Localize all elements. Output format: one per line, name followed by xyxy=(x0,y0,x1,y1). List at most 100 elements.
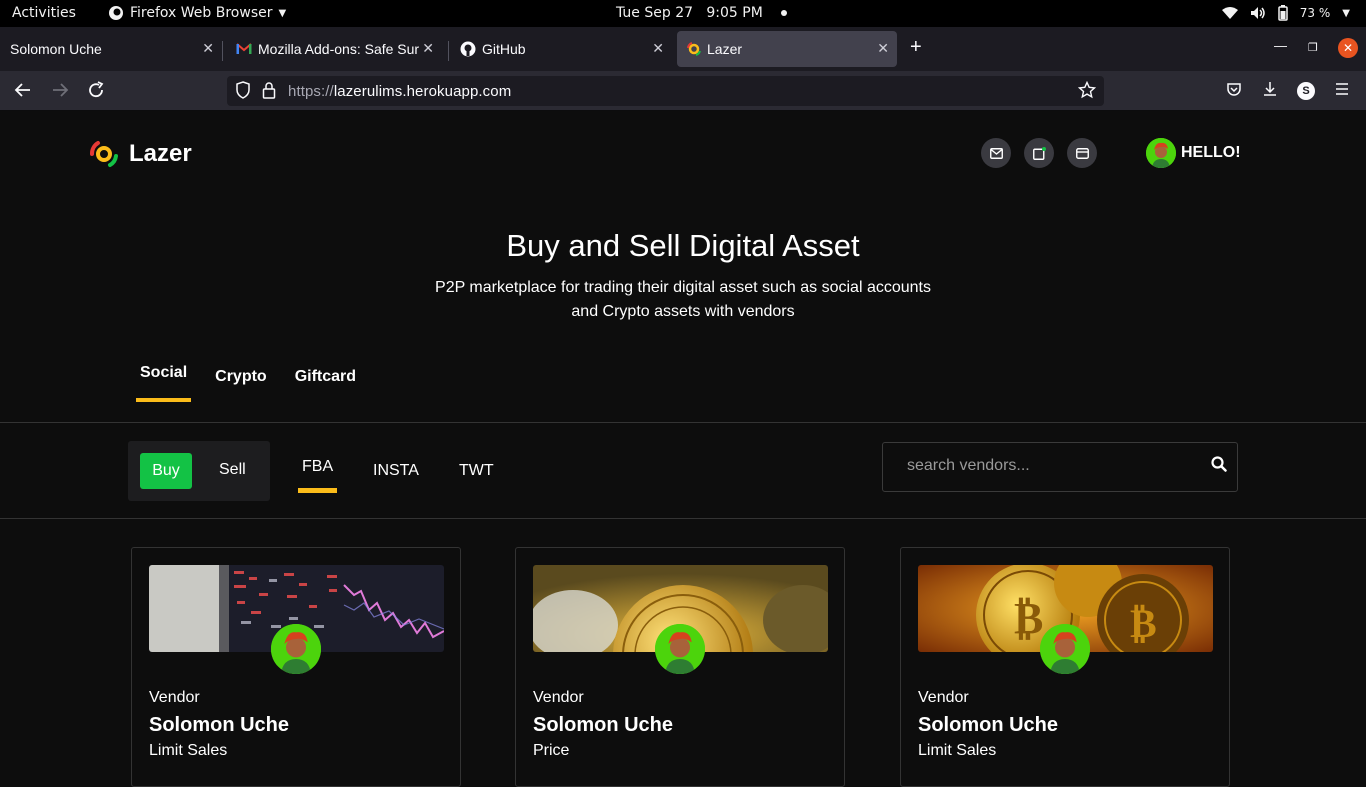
vendor-avatar xyxy=(655,624,705,674)
greeting: HELLO! xyxy=(1181,144,1241,161)
avatar xyxy=(1146,138,1176,168)
app-name: Firefox Web Browser xyxy=(130,5,273,21)
add-post-icon xyxy=(1032,146,1046,160)
user-menu[interactable]: HELLO! xyxy=(1146,138,1241,168)
vendor-name: Solomon Uche xyxy=(918,714,1059,736)
restore-icon[interactable]: ❐ xyxy=(1308,41,1318,54)
page-content: Lazer HELLO! Buy and Sell Digital Asset … xyxy=(0,112,1366,787)
vendor-avatar xyxy=(271,624,321,674)
new-tab-icon[interactable]: + xyxy=(910,36,922,59)
category-tabs: Social Crypto Giftcard xyxy=(135,364,356,402)
buy-sell-toggle: Buy Sell xyxy=(128,441,270,501)
tab-insta[interactable]: INSTA xyxy=(373,462,419,480)
hero-subtitle: P2P marketplace for trading their digita… xyxy=(0,276,1366,324)
vendor-name: Solomon Uche xyxy=(533,714,674,736)
shield-icon[interactable] xyxy=(235,81,251,103)
tab-separator xyxy=(222,41,223,61)
tab-title: Lazer xyxy=(707,41,743,57)
navigation-toolbar: https://lazerulims.herokuapp.com S xyxy=(0,71,1366,111)
vendor-avatar xyxy=(1040,624,1090,674)
lazer-logo-icon xyxy=(90,141,118,167)
vendor-name: Solomon Uche xyxy=(149,714,290,736)
firefox-icon xyxy=(109,6,123,20)
search-input[interactable] xyxy=(907,457,1187,475)
vendor-card[interactable]: Vendor Solomon Uche Price xyxy=(515,547,845,787)
minimize-icon[interactable]: — xyxy=(1274,38,1287,53)
svg-text:₿: ₿ xyxy=(1130,601,1157,647)
messages-button[interactable] xyxy=(981,138,1011,168)
close-window-icon[interactable]: ✕ xyxy=(1338,38,1358,58)
divider xyxy=(0,422,1366,423)
mail-icon xyxy=(989,147,1003,159)
lock-icon[interactable] xyxy=(262,81,276,103)
battery-percent: 73 % xyxy=(1299,6,1331,20)
tab-social[interactable]: Social xyxy=(135,364,192,402)
tab-giftcard[interactable]: Giftcard xyxy=(295,368,356,386)
site-logo[interactable]: Lazer xyxy=(89,140,192,168)
browser-tab[interactable]: GitHub ✕ xyxy=(450,31,672,67)
clock[interactable]: Tue Sep 27 9:05 PM xyxy=(616,5,787,21)
github-icon xyxy=(460,41,476,57)
tab-twt[interactable]: TWT xyxy=(459,462,494,480)
caret-down-icon: ▼ xyxy=(278,7,287,19)
battery-icon xyxy=(1278,5,1288,21)
bookmark-star-icon[interactable] xyxy=(1077,80,1097,103)
wifi-icon xyxy=(1221,7,1238,19)
close-tab-icon[interactable]: ✕ xyxy=(652,40,664,57)
url-text[interactable]: https://lazerulims.herokuapp.com xyxy=(288,83,511,100)
profile-avatar[interactable]: S xyxy=(1297,82,1315,100)
hero-subtitle-line: P2P marketplace for trading their digita… xyxy=(435,279,931,296)
vendor-meta: Price xyxy=(533,742,570,759)
pocket-icon[interactable] xyxy=(1226,81,1242,102)
browser-tab-active[interactable]: Lazer ✕ xyxy=(677,31,897,67)
vendor-role: Vendor xyxy=(918,689,969,706)
svg-text:₿: ₿ xyxy=(1014,593,1043,644)
tab-crypto[interactable]: Crypto xyxy=(215,368,267,386)
wallet-button[interactable] xyxy=(1067,138,1097,168)
vendor-meta: Limit Sales xyxy=(149,742,228,759)
activities-button[interactable]: Activities xyxy=(12,5,76,21)
buy-button[interactable]: Buy xyxy=(140,453,192,489)
tab-title: GitHub xyxy=(482,41,526,57)
brand-name: Lazer xyxy=(129,140,192,167)
lazer-favicon-icon xyxy=(687,42,701,56)
system-tray[interactable]: 73 % ▼ xyxy=(1221,5,1350,21)
reload-icon[interactable] xyxy=(87,81,105,104)
divider xyxy=(0,518,1366,519)
vendor-meta: Limit Sales xyxy=(918,742,997,759)
sell-button[interactable]: Sell xyxy=(219,461,246,479)
hamburger-menu-icon[interactable] xyxy=(1334,81,1350,102)
tab-title: Solomon Uche xyxy=(10,41,102,57)
add-post-button[interactable] xyxy=(1024,138,1054,168)
wallet-icon xyxy=(1075,147,1089,159)
hero-title: Buy and Sell Digital Asset xyxy=(506,228,860,263)
vendor-card[interactable]: Vendor Solomon Uche Limit Sales xyxy=(131,547,461,787)
browser-tab[interactable]: Solomon Uche ✕ xyxy=(0,31,222,67)
url-protocol: https:// xyxy=(288,83,334,100)
caret-down-icon: ▼ xyxy=(1342,7,1350,19)
url-host: lazerulims.herokuapp.com xyxy=(333,83,512,100)
close-tab-icon[interactable]: ✕ xyxy=(877,40,889,57)
download-icon[interactable] xyxy=(1262,81,1278,102)
vendor-card[interactable]: ₿ ₿ Vendor Solomon Uche Limit Sales xyxy=(900,547,1230,787)
system-top-bar: Activities Firefox Web Browser ▼ Tue Sep… xyxy=(0,0,1366,27)
hero-subtitle-line: and Crypto assets with vendors xyxy=(571,303,795,320)
tab-fba[interactable]: FBA xyxy=(297,458,338,493)
app-menu[interactable]: Firefox Web Browser ▼ xyxy=(108,5,286,21)
forward-icon[interactable] xyxy=(51,81,69,104)
search-icon[interactable] xyxy=(1211,456,1227,472)
vendor-role: Vendor xyxy=(149,689,200,706)
tab-separator xyxy=(448,41,449,61)
volume-icon xyxy=(1250,7,1265,19)
browser-tab[interactable]: Mozilla Add-ons: Safe Sur ✕ xyxy=(226,31,442,67)
vendor-search xyxy=(882,442,1238,492)
close-tab-icon[interactable]: ✕ xyxy=(202,40,214,57)
url-bar[interactable]: https://lazerulims.herokuapp.com xyxy=(227,76,1104,106)
datetime: Tue Sep 27 9:05 PM xyxy=(616,5,763,21)
back-icon[interactable] xyxy=(14,81,32,104)
tab-title: Mozilla Add-ons: Safe Sur xyxy=(258,41,420,57)
vendor-role: Vendor xyxy=(533,689,584,706)
notification-dot-icon xyxy=(780,10,787,16)
gmail-icon xyxy=(236,43,252,54)
close-tab-icon[interactable]: ✕ xyxy=(422,40,434,57)
